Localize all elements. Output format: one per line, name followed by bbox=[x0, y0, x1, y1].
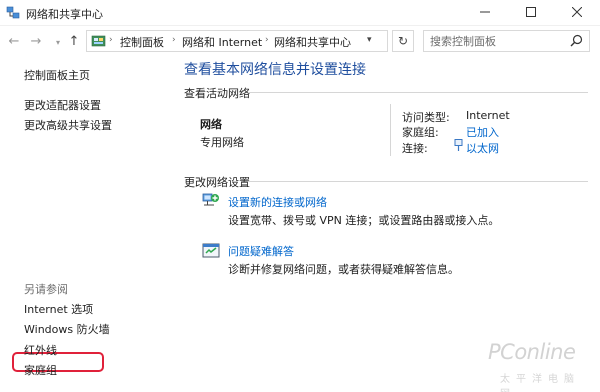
control-panel-home-link[interactable]: 控制面板主页 bbox=[24, 67, 90, 83]
active-networks-heading: 查看活动网络 bbox=[184, 87, 250, 100]
windows-firewall-link[interactable]: Windows 防火墙 bbox=[24, 321, 110, 337]
recent-locations-icon[interactable]: ▾ bbox=[50, 34, 66, 50]
title-bar: 网络和共享中心 bbox=[0, 0, 600, 26]
navigation-bar: ← → ▾ ↑ › 控制面板 › 网络和 Internet › 网络和共享中心 … bbox=[0, 26, 600, 56]
pconline-watermark: PConline 太平洋电脑网 bbox=[488, 338, 594, 392]
internet-options-link[interactable]: Internet 选项 bbox=[24, 301, 93, 317]
troubleshoot-description: 诊断并修复网络问题，或者获得疑难解答信息。 bbox=[228, 263, 459, 276]
breadcrumb-separator-icon: › bbox=[109, 35, 113, 45]
network-type: 专用网络 bbox=[200, 136, 244, 149]
setup-connection-description: 设置宽带、拨号或 VPN 连接；或设置路由器或接入点。 bbox=[228, 214, 500, 227]
close-icon bbox=[571, 6, 583, 20]
breadcrumb-network-sharing-center[interactable]: 网络和共享中心 bbox=[274, 34, 351, 50]
ethernet-icon bbox=[454, 139, 463, 154]
address-dropdown-icon[interactable]: ▾ bbox=[367, 35, 372, 45]
section-divider bbox=[248, 92, 588, 93]
watermark-tagline: 太平洋电脑网 bbox=[500, 374, 580, 392]
change-advanced-sharing-link[interactable]: 更改高级共享设置 bbox=[24, 117, 112, 133]
forward-arrow-icon[interactable]: → bbox=[28, 33, 44, 49]
left-pane: 控制面板主页 更改适配器设置 更改高级共享设置 另请参阅 Internet 选项… bbox=[0, 56, 160, 392]
network-setup-icon bbox=[202, 192, 220, 210]
troubleshoot-icon bbox=[202, 242, 220, 260]
minimize-button[interactable] bbox=[462, 0, 508, 26]
connection-label: 连接: bbox=[402, 142, 428, 155]
refresh-button[interactable]: ↻ bbox=[392, 30, 414, 52]
homegroup-label: 家庭组: bbox=[402, 126, 439, 139]
change-network-settings-heading: 更改网络设置 bbox=[184, 176, 250, 189]
search-icon[interactable] bbox=[570, 34, 583, 50]
ethernet-connection-link[interactable]: 以太网 bbox=[466, 140, 499, 156]
maximize-button[interactable] bbox=[508, 0, 554, 26]
back-arrow-icon[interactable]: ← bbox=[6, 33, 22, 49]
infrared-link[interactable]: 红外线 bbox=[24, 342, 57, 358]
breadcrumb-separator-icon: › bbox=[172, 35, 176, 45]
address-bar[interactable]: › 控制面板 › 网络和 Internet › 网络和共享中心 ▾ bbox=[86, 30, 388, 52]
access-type-label: 访问类型: bbox=[402, 111, 450, 124]
breadcrumb-separator-icon: › bbox=[265, 35, 269, 45]
minimize-icon bbox=[480, 7, 490, 20]
breadcrumb-network-internet[interactable]: 网络和 Internet bbox=[182, 34, 262, 50]
access-type-value: Internet bbox=[466, 109, 510, 122]
control-panel-icon bbox=[91, 34, 106, 48]
search-box[interactable] bbox=[423, 30, 590, 52]
troubleshoot-problems-link[interactable]: 问题疑难解答 bbox=[228, 243, 294, 259]
up-arrow-icon[interactable]: ↑ bbox=[66, 33, 82, 49]
network-center-icon bbox=[6, 6, 20, 20]
homegroup-link[interactable]: 家庭组 bbox=[24, 362, 57, 378]
vertical-divider bbox=[390, 104, 391, 156]
refresh-icon: ↻ bbox=[397, 34, 409, 48]
maximize-icon bbox=[526, 6, 536, 20]
section-divider bbox=[248, 181, 588, 182]
search-input[interactable] bbox=[430, 31, 570, 51]
see-also-heading: 另请参阅 bbox=[24, 283, 68, 296]
close-button[interactable] bbox=[554, 0, 600, 26]
window-title: 网络和共享中心 bbox=[26, 8, 103, 21]
watermark-brand: PConline bbox=[488, 340, 576, 364]
change-adapter-settings-link[interactable]: 更改适配器设置 bbox=[24, 97, 101, 113]
breadcrumb-control-panel[interactable]: 控制面板 bbox=[120, 34, 164, 50]
setup-new-connection-link[interactable]: 设置新的连接或网络 bbox=[228, 194, 327, 210]
network-name: 网络 bbox=[200, 118, 222, 131]
homegroup-joined-link[interactable]: 已加入 bbox=[466, 124, 499, 140]
page-title: 查看基本网络信息并设置连接 bbox=[184, 62, 366, 78]
